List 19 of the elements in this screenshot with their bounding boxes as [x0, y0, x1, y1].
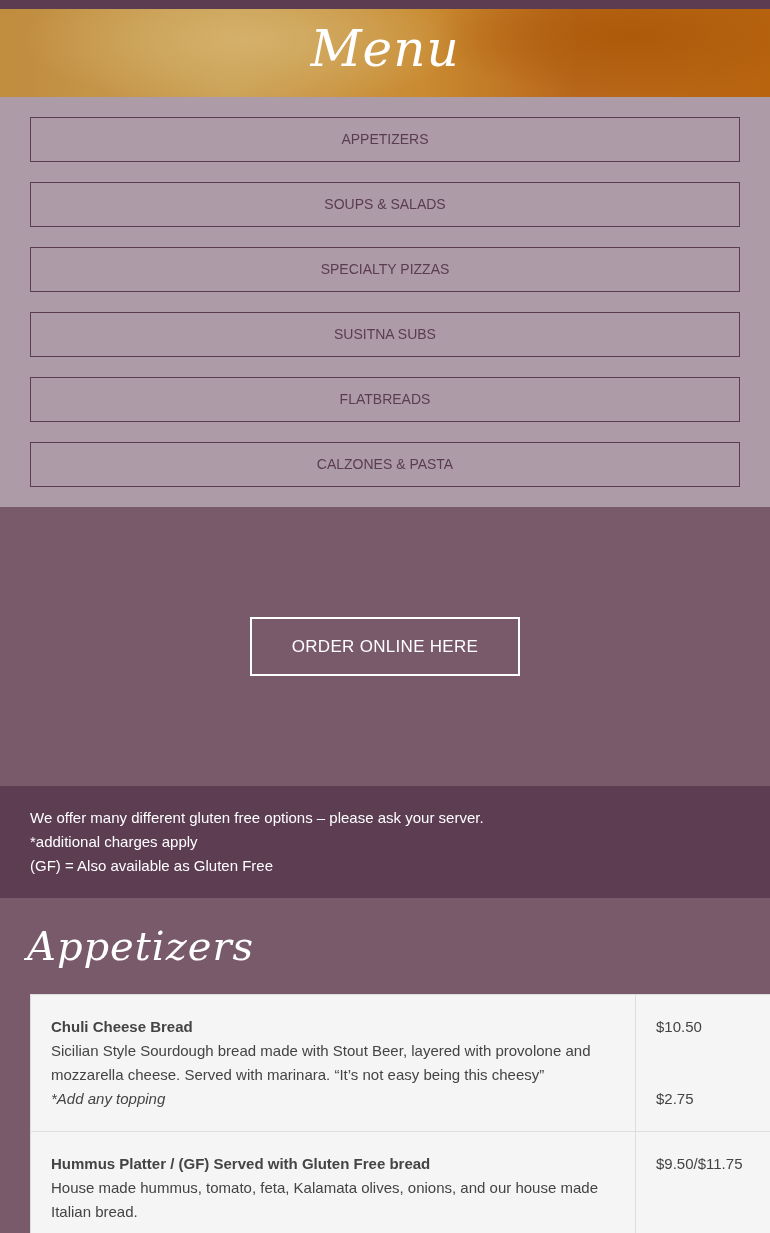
- item-extra: *Add any topping: [50, 1089, 167, 1109]
- item-name: Hummus Platter / (GF) Served with Gluten Free bread: [50, 1154, 432, 1174]
- category-button[interactable]: APPETIZERS: [30, 117, 740, 162]
- notice-text: (GF) = Also available as Gluten Free: [30, 856, 275, 876]
- category-button[interactable]: SOUPS & SALADS: [30, 182, 740, 227]
- category-button[interactable]: FLATBREADS: [30, 377, 740, 422]
- item-description: House made hummus, tomato, feta, Kalamata olives, onions, and our house made Italian bread.: [50, 1178, 599, 1222]
- item-price: $10.50: [655, 1017, 703, 1037]
- category-button[interactable]: CALZONES & PASTA: [30, 442, 740, 487]
- category-button[interactable]: SUSITNA SUBS: [30, 312, 740, 357]
- page-title: Menu: [310, 24, 460, 74]
- notice-text: We offer many different gluten free options – please ask your server.: [30, 808, 485, 828]
- notice-text: *additional charges apply: [30, 832, 199, 852]
- item-description: Sicilian Style Sourdough bread made with Stout Beer, layered with provolone and mozzarella cheese. Served with marinara. “It’s not easy being this cheesy”: [50, 1041, 592, 1085]
- item-name: Chuli Cheese Bread: [50, 1017, 194, 1037]
- item-price: $9.50/$11.75: [655, 1154, 744, 1174]
- category-button[interactable]: SPECIALTY PIZZAS: [30, 247, 740, 292]
- extra-price: $2.75: [655, 1089, 695, 1109]
- order-online-button[interactable]: ORDER ONLINE HERE: [249, 617, 521, 676]
